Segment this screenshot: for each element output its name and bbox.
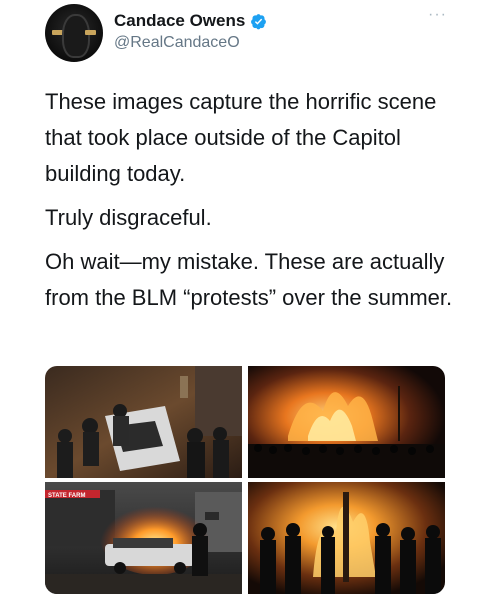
avatar-bar-right (85, 30, 96, 35)
more-options-icon[interactable]: ··· (428, 6, 447, 24)
tweet-paragraph: Oh wait—my mistake. These are actually f… (45, 249, 453, 310)
profile-avatar[interactable] (45, 4, 103, 62)
author-display-name[interactable]: Candace Owens (114, 11, 245, 31)
tweet-paragraph: Truly disgraceful. (45, 205, 212, 230)
author-handle[interactable]: @RealCandaceO (114, 34, 240, 52)
media-photo-1[interactable] (45, 366, 242, 478)
media-photo-3[interactable]: STATE FARM (45, 482, 242, 594)
store-sign-text: STATE FARM (48, 493, 85, 499)
media-photo-2[interactable] (248, 366, 445, 478)
media-grid: STATE FARM (45, 366, 445, 594)
tweet-text: These images capture the horrific scene … (45, 84, 455, 324)
verified-badge-icon (250, 13, 267, 30)
tweet-paragraph: These images capture the horrific scene … (45, 89, 437, 186)
media-photo-4[interactable] (248, 482, 445, 594)
avatar-face (62, 14, 90, 58)
author-name-row[interactable]: Candace Owens (114, 11, 267, 31)
